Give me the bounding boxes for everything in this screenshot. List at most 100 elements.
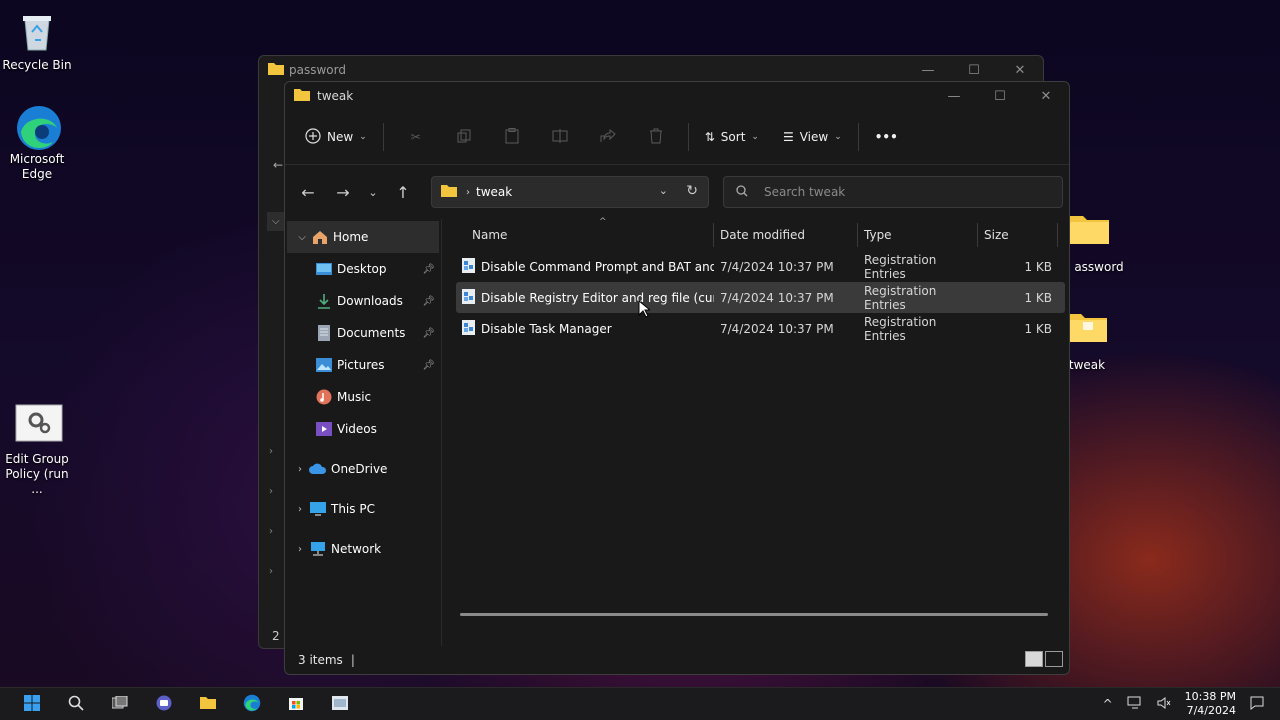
nav-item-pictures[interactable]: Pictures 📌︎: [285, 349, 441, 381]
chevron-down-icon[interactable]: ⌵: [267, 212, 285, 231]
nav-item-this-pc[interactable]: › This PC: [285, 493, 441, 525]
close-button[interactable]: ✕: [997, 56, 1043, 84]
paste-button[interactable]: [496, 121, 528, 153]
search-button[interactable]: [54, 688, 98, 720]
explorer-window-tweak[interactable]: tweak — ☐ ✕ New ⌄ ✂ ⇅ Sort ⌄ ☰ View ⌄ ••…: [284, 81, 1070, 675]
expand-chevron-icon[interactable]: ›: [269, 486, 273, 497]
column-header-type[interactable]: Type: [858, 223, 978, 247]
desktop-icon-recycle-bin[interactable]: Recycle Bin: [0, 10, 76, 73]
pin-icon: 📌︎: [422, 295, 435, 307]
back-arrow-icon[interactable]: ←: [273, 158, 283, 172]
volume-muted-icon[interactable]: [1157, 696, 1171, 713]
edge-taskbar-button[interactable]: [230, 688, 274, 720]
window-title: password: [289, 63, 346, 77]
more-icon: •••: [874, 130, 898, 144]
store-taskbar-button[interactable]: [274, 688, 318, 720]
nav-item-downloads[interactable]: Downloads 📌︎: [285, 285, 441, 317]
column-header-size[interactable]: Size: [978, 223, 1058, 247]
copy-button[interactable]: [448, 121, 480, 153]
tiles-view-button[interactable]: [1045, 651, 1063, 667]
expand-chevron-icon[interactable]: ›: [269, 446, 273, 457]
column-header-name[interactable]: Name: [456, 223, 714, 247]
share-icon: [600, 128, 616, 146]
desktop-icon-group-policy[interactable]: Edit Group Policy (run ...: [0, 404, 76, 497]
file-row[interactable]: Disable Task Manager 7/4/2024 10:37 PM R…: [456, 313, 1065, 344]
rename-button[interactable]: [544, 121, 576, 153]
chevron-down-icon: ⌄: [834, 132, 842, 142]
minimize-button[interactable]: —: [931, 82, 977, 110]
copy-icon: [457, 129, 471, 146]
file-row[interactable]: Disable Command Prompt and BAT and ... 7…: [456, 251, 1065, 282]
home-icon: [311, 228, 329, 246]
trash-icon: [649, 128, 663, 147]
videos-icon: [315, 420, 333, 438]
item-count: 3 items: [298, 653, 343, 667]
chevron-down-icon: ⌄: [751, 132, 759, 142]
expand-chevron-icon[interactable]: ›: [269, 526, 273, 537]
maximize-button[interactable]: ☐: [951, 56, 997, 84]
back-button[interactable]: ←: [293, 177, 323, 207]
expand-chevron-icon[interactable]: ›: [269, 566, 273, 577]
column-header-date[interactable]: Date modified: [714, 223, 858, 247]
folder-icon: [440, 184, 458, 201]
nav-item-home[interactable]: ⌵ Home: [287, 221, 439, 253]
chevron-down-icon[interactable]: ⌵: [293, 232, 311, 243]
view-button[interactable]: ☰ View ⌄: [775, 121, 850, 153]
nav-item-onedrive[interactable]: › OneDrive: [285, 453, 441, 485]
chevron-right-icon[interactable]: ›: [291, 504, 309, 515]
desktop-icon-edge[interactable]: Microsoft Edge: [0, 104, 76, 182]
nav-item-network[interactable]: › Network: [285, 533, 441, 565]
plus-circle-icon: [305, 127, 321, 147]
task-view-button[interactable]: [98, 688, 142, 720]
cut-button[interactable]: ✂: [400, 121, 432, 153]
delete-button[interactable]: [640, 121, 672, 153]
pin-icon: 📌︎: [422, 359, 435, 371]
more-options-button[interactable]: •••: [867, 121, 906, 153]
address-dropdown-button[interactable]: ⌄: [659, 184, 668, 197]
sort-indicator-icon: ^: [599, 217, 607, 227]
breadcrumb[interactable]: tweak: [476, 185, 512, 199]
download-icon: [315, 292, 333, 310]
forward-button[interactable]: →: [328, 177, 358, 207]
file-type: Registration Entries: [864, 252, 937, 281]
share-button[interactable]: [592, 121, 624, 153]
up-button[interactable]: ↑: [388, 177, 418, 207]
app-taskbar-button[interactable]: [318, 688, 362, 720]
close-button[interactable]: ✕: [1023, 82, 1069, 110]
horizontal-scrollbar[interactable]: [460, 613, 1048, 616]
folder-icon: [199, 696, 217, 713]
title-bar[interactable]: tweak — ☐ ✕: [285, 82, 1069, 110]
nav-item-videos[interactable]: Videos: [285, 413, 441, 445]
start-button[interactable]: [10, 688, 54, 720]
sort-button[interactable]: ⇅ Sort ⌄: [697, 121, 767, 153]
file-row-selected[interactable]: Disable Registry Editor and reg file (cu…: [456, 282, 1065, 313]
chevron-right-icon[interactable]: ›: [291, 544, 309, 555]
sort-icon: ⇅: [704, 130, 715, 144]
refresh-button[interactable]: ↻: [686, 183, 698, 199]
recent-locations-button[interactable]: ⌄: [363, 177, 383, 207]
nav-item-desktop[interactable]: Desktop 📌︎: [285, 253, 441, 285]
chevron-up-icon[interactable]: ^: [1103, 697, 1113, 711]
maximize-button[interactable]: ☐: [977, 82, 1023, 110]
registry-file-icon: [462, 257, 475, 276]
clock-time: 10:38 PM: [1184, 690, 1236, 703]
command-bar: New ⌄ ✂ ⇅ Sort ⌄ ☰ View ⌄ •••: [285, 110, 1069, 165]
file-explorer-taskbar-button[interactable]: [186, 688, 230, 720]
chevron-right-icon[interactable]: ›: [291, 464, 309, 475]
nav-item-music[interactable]: Music: [285, 381, 441, 413]
search-input[interactable]: [762, 184, 1046, 200]
desktop-icon-label: assword: [1074, 260, 1124, 274]
new-button[interactable]: New ⌄: [297, 121, 375, 153]
nav-item-documents[interactable]: Documents 📌︎: [285, 317, 441, 349]
folder-icon: [1065, 310, 1109, 354]
search-box[interactable]: [723, 176, 1063, 208]
divider: [382, 123, 384, 151]
chat-button[interactable]: [142, 688, 186, 720]
desktop-icon: [315, 260, 333, 278]
address-bar[interactable]: › tweak ⌄ ↻: [431, 176, 709, 208]
details-view-button[interactable]: [1025, 651, 1043, 667]
notification-icon[interactable]: [1250, 696, 1264, 713]
clock[interactable]: 10:38 PM 7/4/2024: [1185, 690, 1236, 718]
network-icon[interactable]: [1127, 696, 1143, 713]
minimize-button[interactable]: —: [905, 56, 951, 84]
